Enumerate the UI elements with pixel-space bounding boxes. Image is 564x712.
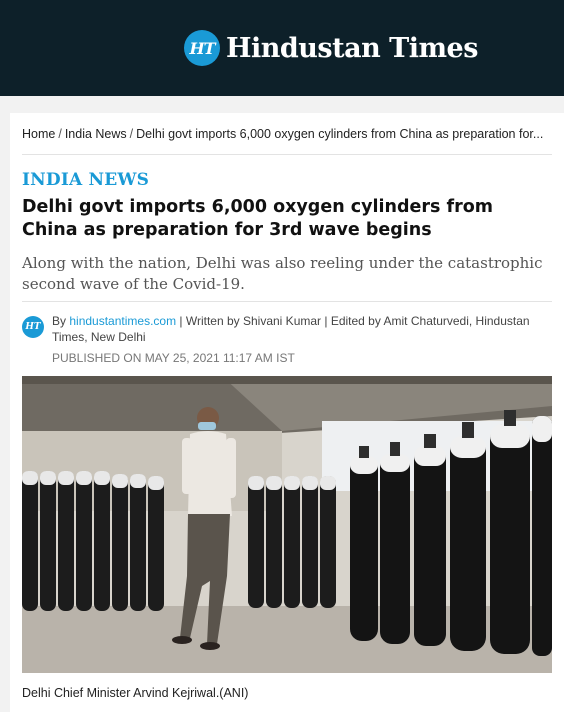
author-avatar: HT: [22, 316, 44, 338]
byline-text: By hindustantimes.com | Written by Shiva…: [52, 313, 550, 345]
breadcrumb: Home / India News / Delhi govt imports 6,000…: [22, 127, 552, 141]
article-card: Home / India News / Delhi govt imports 6,000…: [10, 113, 564, 712]
breadcrumb-india-news[interactable]: India News: [65, 127, 127, 141]
site-header: HT Hindustan Times: [0, 0, 564, 96]
breadcrumb-separator: /: [129, 127, 134, 141]
article-headline: Delhi govt imports 6,000 oxygen cylinder…: [22, 197, 494, 240]
breadcrumb-current: Delhi govt imports 6,000 oxygen cylinder…: [136, 127, 544, 141]
article-image: [22, 376, 552, 673]
article-summary: Along with the nation, Delhi was also re…: [22, 254, 543, 293]
ht-logo-icon: HT: [184, 30, 220, 66]
breadcrumb-separator: /: [58, 127, 62, 141]
brand-name: Hindustan Times: [226, 32, 478, 64]
divider: [22, 154, 552, 155]
published-date: PUBLISHED ON MAY 25, 2021 11:17 AM IST: [52, 351, 295, 365]
divider: [22, 301, 552, 302]
byline-source-link[interactable]: hindustantimes.com: [69, 314, 176, 328]
byline-prefix: By: [52, 314, 67, 328]
oxygen-cylinders-photo: [22, 376, 552, 673]
breadcrumb-home[interactable]: Home: [22, 127, 55, 141]
section-label[interactable]: INDIA NEWS: [22, 170, 149, 190]
site-logo[interactable]: HT Hindustan Times: [184, 29, 478, 67]
image-caption: Delhi Chief Minister Arvind Kejriwal.(AN…: [22, 686, 249, 700]
